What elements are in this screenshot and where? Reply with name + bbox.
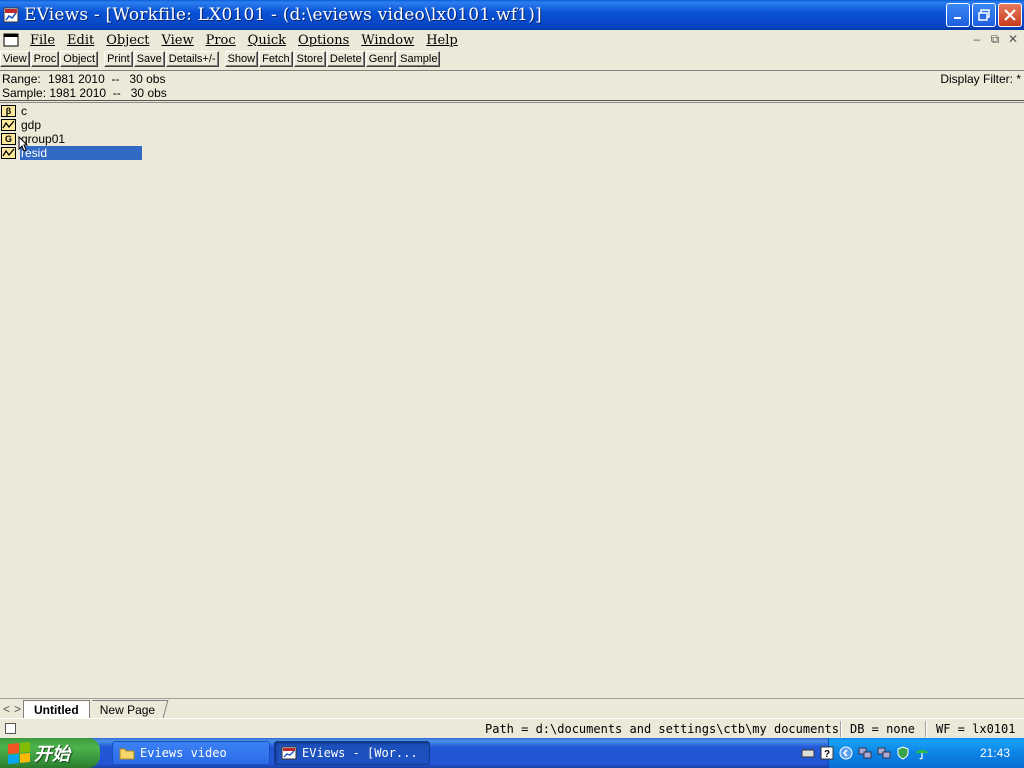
workfile-info: Range: 1981 2010 -- 30 obs Sample: 1981 … [0, 70, 1024, 101]
proc-button[interactable]: Proc [30, 51, 60, 67]
range-line[interactable]: Range: 1981 2010 -- 30 obs [2, 72, 165, 86]
coefficient-icon: β [1, 105, 16, 117]
tab-next-icon[interactable]: > [12, 702, 23, 716]
menu-file[interactable]: File [25, 33, 62, 48]
child-close-icon[interactable]: ✕ [1006, 32, 1020, 47]
close-button[interactable] [998, 3, 1022, 27]
series-icon [1, 119, 16, 131]
window-title: EViews - [Workfile: LX0101 - (d:\eviews … [24, 5, 542, 25]
object-name: c [21, 104, 27, 118]
help-icon[interactable]: ? [820, 746, 834, 760]
keyboard-icon[interactable] [801, 746, 815, 760]
eviews-app-icon[interactable] [3, 7, 19, 23]
store-button[interactable]: Store [293, 51, 326, 67]
series-icon [1, 147, 16, 159]
status-bar: Path = d:\documents and settings\ctb\my … [0, 718, 1024, 738]
status-checkbox[interactable] [5, 723, 16, 734]
system-tray: ? 21:43 [801, 738, 1024, 768]
genr-button[interactable]: Genr [365, 51, 397, 67]
folder-icon [119, 748, 135, 760]
show-button[interactable]: Show [224, 51, 259, 67]
save-button[interactable]: Save [133, 51, 165, 67]
menu-proc[interactable]: Proc [201, 33, 243, 48]
windows-flag-icon [8, 741, 30, 765]
task-eviews-video[interactable]: Eviews video [112, 741, 270, 765]
task-eviews-workfile[interactable]: EViews - [Wor... [274, 741, 430, 765]
chevron-left-icon[interactable] [839, 746, 853, 760]
start-button[interactable]: 开始 [0, 738, 100, 768]
status-db: DB = none [850, 722, 916, 736]
page-tabs-bar: < > Untitled New Page [0, 698, 1024, 718]
document-window-icon[interactable] [3, 33, 19, 47]
tab-new-page[interactable]: New Page [87, 700, 169, 718]
network-2-icon[interactable] [877, 746, 891, 760]
sample-label: Sample: [2, 86, 47, 100]
menu-window[interactable]: Window [356, 33, 421, 48]
menu-view[interactable]: View [156, 33, 200, 48]
object-name: resid [20, 146, 142, 160]
object-name: gdp [21, 118, 42, 132]
divider [0, 100, 1024, 103]
details-toggle-button[interactable]: Details+/- [165, 51, 219, 67]
restore-icon [978, 9, 990, 21]
close-icon [1004, 9, 1016, 21]
sample-value: 1981 2010 -- 30 obs [49, 86, 167, 100]
status-wf: WF = lx0101 [936, 722, 1016, 736]
menu-object[interactable]: Object [101, 33, 156, 48]
sample-button[interactable]: Sample [397, 51, 441, 67]
object-item-gdp[interactable]: gdp [0, 118, 42, 132]
minimize-button[interactable] [946, 3, 970, 27]
menu-edit[interactable]: Edit [62, 33, 101, 48]
umbrella-icon[interactable] [915, 746, 929, 760]
mouse-cursor-icon [18, 136, 28, 152]
menu-bar: File Edit Object View Proc Quick Options… [0, 30, 1024, 50]
tab-untitled[interactable]: Untitled [23, 700, 90, 718]
sample-line[interactable]: Sample: 1981 2010 -- 30 obs [2, 86, 167, 100]
minimize-icon [954, 17, 961, 19]
object-item-group01[interactable]: G group01 [0, 132, 66, 146]
range-label: Range: [2, 72, 41, 86]
fetch-button[interactable]: Fetch [259, 51, 293, 67]
range-value: 1981 2010 -- 30 obs [48, 72, 166, 86]
security-shield-icon[interactable] [896, 746, 910, 760]
menu-quick[interactable]: Quick [243, 33, 293, 48]
display-filter[interactable]: Display Filter: * [940, 72, 1021, 86]
tab-prev-icon[interactable]: < [1, 702, 12, 716]
svg-text:?: ? [824, 749, 830, 760]
object-item-c[interactable]: β c [0, 104, 28, 118]
view-button[interactable]: View [0, 51, 30, 67]
object-button[interactable]: Object [60, 51, 99, 67]
child-minimize-icon[interactable]: – [970, 32, 984, 47]
menu-options[interactable]: Options [293, 33, 356, 48]
network-icon[interactable] [858, 746, 872, 760]
start-label: 开始 [34, 744, 70, 764]
child-restore-icon[interactable]: ⧉ [988, 32, 1002, 47]
print-button[interactable]: Print [104, 51, 133, 67]
restore-button[interactable] [972, 3, 996, 27]
clock[interactable]: 21:43 [980, 746, 1010, 760]
workfile-toolbar: View Proc Object Print Save Details+/- S… [0, 50, 1024, 68]
status-path: Path = d:\documents and settings\ctb\my … [485, 722, 840, 736]
object-list[interactable]: β c gdp G group01 resid [0, 104, 1024, 698]
eviews-icon [281, 746, 297, 760]
title-bar[interactable]: EViews - [Workfile: LX0101 - (d:\eviews … [0, 0, 1024, 30]
group-icon: G [1, 133, 16, 145]
delete-button[interactable]: Delete [326, 51, 365, 67]
menu-help[interactable]: Help [421, 33, 465, 48]
